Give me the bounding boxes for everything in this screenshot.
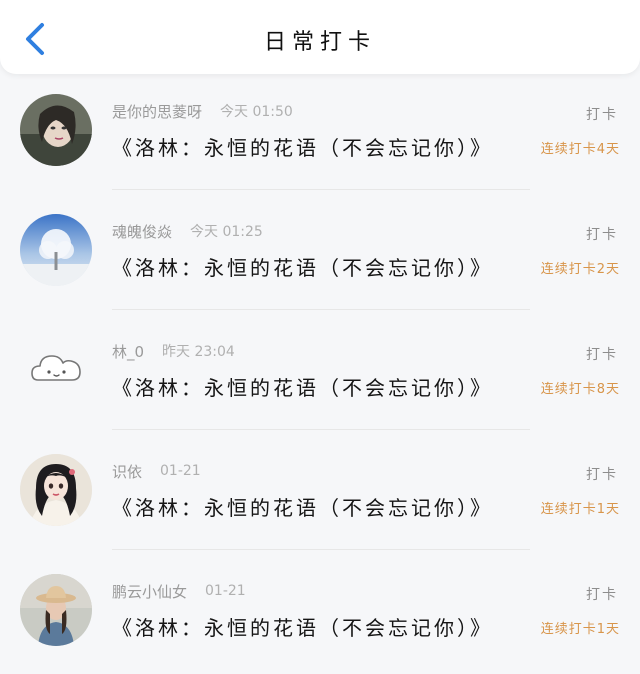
entry-meta: 林_0 昨天 23:04: [112, 340, 235, 362]
checkin-button[interactable]: 打卡: [586, 104, 618, 124]
book-title[interactable]: 《洛林：永恒的花语（不会忘记你）》: [112, 612, 493, 641]
cloud-avatar[interactable]: [20, 334, 92, 406]
streak-badge: 连续打卡1天: [540, 502, 620, 517]
checkin-button[interactable]: 打卡: [586, 584, 618, 604]
timestamp: 01-21: [205, 583, 246, 599]
page-title: 日常打卡: [263, 30, 376, 55]
list-item[interactable]: 识依 01-21 打卡 《洛林：永恒的花语（不会忘记你）》 连续打卡1天: [0, 434, 640, 554]
anime-girl-avatar[interactable]: [20, 454, 92, 526]
timestamp: 01-21: [160, 463, 201, 479]
entry-meta: 鹏云小仙女 01-21: [112, 580, 246, 602]
list-item[interactable]: 是你的思菱呀 今天 01:50 打卡 《洛林：永恒的花语（不会忘记你）》 连续打…: [0, 74, 640, 194]
streak-badge: 连续打卡1天: [540, 622, 620, 637]
divider: [112, 309, 530, 310]
checkin-list: 是你的思菱呀 今天 01:50 打卡 《洛林：永恒的花语（不会忘记你）》 连续打…: [0, 74, 640, 672]
list-item[interactable]: 鹏云小仙女 01-21 打卡 《洛林：永恒的花语（不会忘记你）》 连续打卡1天: [0, 554, 640, 674]
divider: [112, 549, 530, 550]
checkin-button[interactable]: 打卡: [586, 344, 618, 364]
book-title[interactable]: 《洛林：永恒的花语（不会忘记你）》: [112, 252, 493, 281]
book-title[interactable]: 《洛林：永恒的花语（不会忘记你）》: [112, 492, 493, 521]
list-item[interactable]: 魂魄俊焱 今天 01:25 打卡 《洛林：永恒的花语（不会忘记你）》 连续打卡2…: [0, 194, 640, 314]
username[interactable]: 是你的思菱呀: [112, 101, 202, 122]
checkin-button[interactable]: 打卡: [586, 464, 618, 484]
entry-meta: 识依 01-21: [112, 460, 201, 482]
entry-meta: 魂魄俊焱 今天 01:25: [112, 220, 263, 242]
girl-hat-avatar[interactable]: [20, 574, 92, 646]
streak-badge: 连续打卡4天: [540, 142, 620, 157]
streak-badge: 连续打卡2天: [540, 262, 620, 277]
divider: [112, 429, 530, 430]
timestamp: 昨天 23:04: [162, 344, 235, 360]
entry-meta: 是你的思菱呀 今天 01:50: [112, 100, 293, 122]
timestamp: 今天 01:50: [220, 104, 293, 120]
streak-badge: 连续打卡8天: [540, 382, 620, 397]
list-item[interactable]: 林_0 昨天 23:04 打卡 《洛林：永恒的花语（不会忘记你）》 连续打卡8天: [0, 314, 640, 434]
timestamp: 今天 01:25: [190, 224, 263, 240]
divider: [112, 189, 530, 190]
top-bar: 日常打卡: [0, 0, 640, 74]
book-title[interactable]: 《洛林：永恒的花语（不会忘记你）》: [112, 372, 493, 401]
username[interactable]: 魂魄俊焱: [112, 221, 172, 242]
snowy-tree-avatar[interactable]: [20, 214, 92, 286]
portrait-woman-avatar[interactable]: [20, 94, 92, 166]
book-title[interactable]: 《洛林：永恒的花语（不会忘记你）》: [112, 132, 493, 161]
username[interactable]: 林_0: [112, 341, 144, 362]
checkin-button[interactable]: 打卡: [586, 224, 618, 244]
username[interactable]: 鹏云小仙女: [112, 581, 187, 602]
username[interactable]: 识依: [112, 461, 142, 482]
